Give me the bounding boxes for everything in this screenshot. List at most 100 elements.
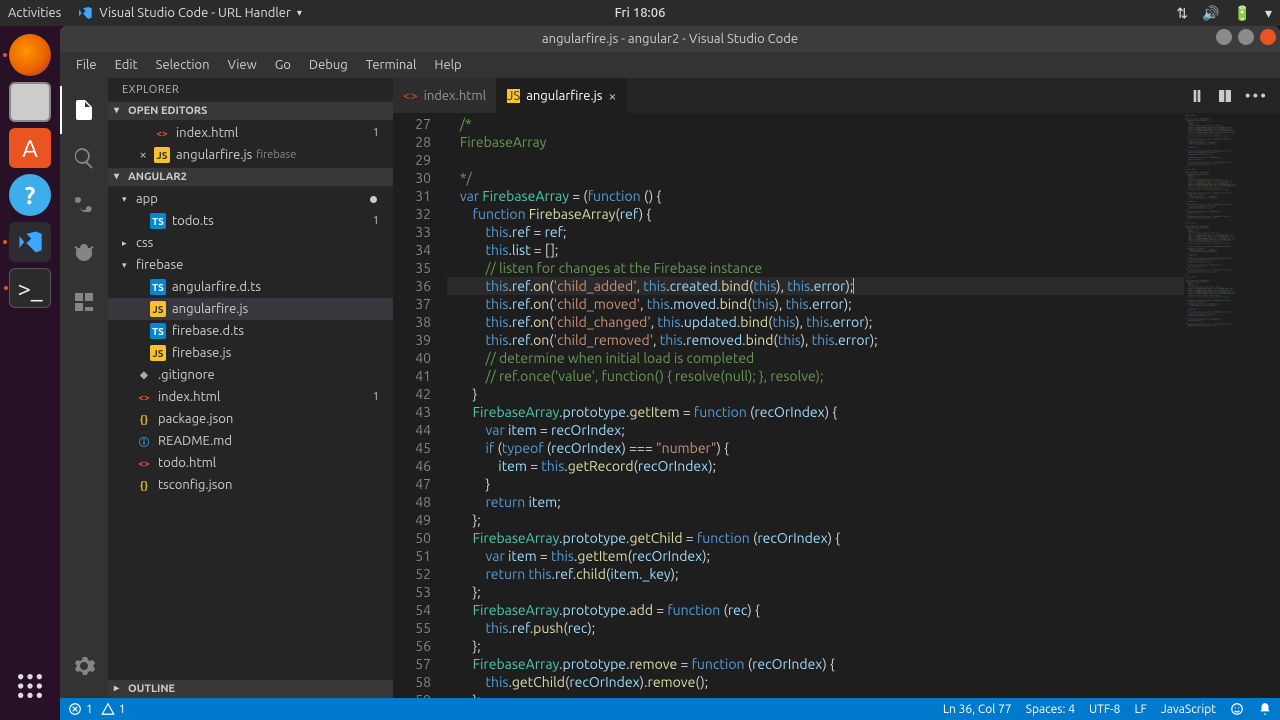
- compare-icon[interactable]: [1189, 88, 1205, 104]
- outline-header[interactable]: OUTLINE: [108, 680, 393, 698]
- file-name: tsconfig.json: [158, 478, 232, 492]
- ts-icon: TS: [150, 279, 166, 295]
- menu-terminal[interactable]: Terminal: [358, 56, 425, 74]
- editor-tab[interactable]: <>index.html: [393, 78, 497, 113]
- power-menu-icon[interactable]: ▾: [1265, 5, 1272, 22]
- active-app-indicator[interactable]: Visual Studio Code - URL Handler ▾: [77, 5, 302, 21]
- menu-debug[interactable]: Debug: [301, 56, 356, 74]
- chevron-down-icon: ▾: [297, 7, 302, 19]
- editor-actions: •••: [1177, 78, 1280, 113]
- activity-settings[interactable]: [60, 642, 108, 690]
- file-name: index.html: [176, 126, 238, 140]
- file-item[interactable]: <>todo.html: [108, 452, 393, 474]
- grid-icon: [14, 670, 46, 702]
- code-content[interactable]: /* FirebaseArray */ var FirebaseArray = …: [447, 113, 1280, 698]
- battery-icon[interactable]: 🔋: [1234, 5, 1251, 22]
- file-item[interactable]: <>index.html1: [108, 386, 393, 408]
- folder-item[interactable]: ▾app: [108, 188, 393, 210]
- editor-tab[interactable]: JSangularfire.js×: [497, 78, 627, 113]
- menu-go[interactable]: Go: [267, 56, 299, 74]
- status-spaces[interactable]: Spaces: 4: [1026, 703, 1075, 716]
- dock-software[interactable]: A: [9, 128, 51, 168]
- editor-tabs: <>index.htmlJSangularfire.js× •••: [393, 78, 1280, 113]
- file-item[interactable]: ◆.gitignore: [108, 364, 393, 386]
- file-item[interactable]: JSangularfire.js: [108, 298, 393, 320]
- close-icon[interactable]: ×: [136, 148, 150, 162]
- file-name: angularfire.js: [176, 148, 252, 162]
- activities-button[interactable]: Activities: [8, 6, 61, 20]
- file-name: package.json: [158, 412, 233, 426]
- open-editors-header[interactable]: OPEN EDITORS: [108, 102, 393, 120]
- explorer-sidebar: EXPLORER OPEN EDITORS <>index.html1×JSan…: [108, 78, 393, 698]
- file-item[interactable]: TS firebase.d.ts: [108, 320, 393, 342]
- minimap[interactable]: /* FirebaseArray */ var FirebaseArray = …: [1184, 113, 1280, 698]
- file-item[interactable]: TSangularfire.d.ts: [108, 276, 393, 298]
- volume-icon[interactable]: 🔊: [1202, 5, 1219, 22]
- file-item[interactable]: TStodo.ts1: [108, 210, 393, 232]
- info-icon: ⓘ: [136, 433, 152, 449]
- status-lang[interactable]: JavaScript: [1161, 703, 1216, 716]
- open-editor-item[interactable]: ×JSangularfire.jsfirebase: [108, 144, 393, 166]
- dock-files[interactable]: [9, 82, 51, 122]
- split-icon[interactable]: [1217, 88, 1233, 104]
- html-icon: <>: [136, 455, 152, 471]
- dock-help[interactable]: ?: [9, 174, 51, 216]
- window-maximize-button[interactable]: [1238, 29, 1254, 45]
- files-icon: [72, 98, 96, 122]
- extensions-icon: [72, 290, 96, 314]
- status-feedback[interactable]: [1230, 702, 1244, 716]
- file-name: angularfire.js: [172, 302, 248, 316]
- status-bell[interactable]: [1258, 702, 1272, 716]
- code-editor[interactable]: 2728293031323334353637383940414243444546…: [393, 113, 1280, 698]
- activity-bar: [60, 78, 108, 698]
- editor-group: <>index.htmlJSangularfire.js× ••• 272829…: [393, 78, 1280, 698]
- explorer-title: EXPLORER: [108, 78, 393, 102]
- folder-item[interactable]: ▾firebase: [108, 254, 393, 276]
- menu-selection[interactable]: Selection: [148, 56, 218, 74]
- open-editors-list: <>index.html1×JSangularfire.jsfirebase: [108, 120, 393, 168]
- window-titlebar[interactable]: angularfire.js - angular2 - Visual Studi…: [60, 26, 1280, 52]
- dock-firefox[interactable]: [9, 34, 51, 76]
- dock-show-apps[interactable]: [6, 662, 54, 710]
- warning-icon: [101, 702, 115, 716]
- clock[interactable]: Fri 18:06: [615, 6, 666, 20]
- menu-edit[interactable]: Edit: [107, 56, 146, 74]
- status-encoding[interactable]: UTF-8: [1089, 703, 1120, 716]
- activity-explorer[interactable]: [60, 86, 108, 134]
- menu-view[interactable]: View: [220, 56, 265, 74]
- dock-vscode[interactable]: [9, 222, 51, 262]
- smiley-icon: [1230, 702, 1244, 716]
- status-cursor[interactable]: Ln 36, Col 77: [943, 703, 1012, 716]
- more-icon[interactable]: •••: [1245, 87, 1268, 105]
- ts-icon: TS: [150, 323, 166, 339]
- ubuntu-dock: A ? >_: [0, 26, 60, 720]
- status-eol[interactable]: LF: [1134, 703, 1146, 716]
- activity-extensions[interactable]: [60, 278, 108, 326]
- activity-scm[interactable]: [60, 182, 108, 230]
- file-item[interactable]: {}package.json: [108, 408, 393, 430]
- file-name: firebase.d.ts: [172, 324, 244, 338]
- project-header[interactable]: ANGULAR2: [108, 168, 393, 186]
- file-item[interactable]: JSfirebase.js: [108, 342, 393, 364]
- activity-search[interactable]: [60, 134, 108, 182]
- window-minimize-button[interactable]: [1216, 29, 1232, 45]
- problem-badge: 1: [373, 127, 379, 139]
- menubar: FileEditSelectionViewGoDebugTerminalHelp: [60, 52, 1280, 78]
- network-icon[interactable]: ⇅: [1176, 5, 1188, 22]
- vscode-icon: [16, 228, 44, 256]
- dock-terminal[interactable]: >_: [9, 268, 51, 308]
- folder-item[interactable]: ▸css: [108, 232, 393, 254]
- file-item[interactable]: ⓘREADME.md: [108, 430, 393, 452]
- window-close-button[interactable]: [1260, 29, 1276, 45]
- menu-file[interactable]: File: [68, 56, 105, 74]
- open-editor-item[interactable]: <>index.html1: [108, 122, 393, 144]
- menu-help[interactable]: Help: [426, 56, 469, 74]
- js-icon: JS: [507, 89, 520, 103]
- git-icon: ◆: [136, 367, 152, 383]
- activity-debug[interactable]: [60, 230, 108, 278]
- html-icon: <>: [136, 389, 152, 405]
- status-errors[interactable]: 1 1: [68, 702, 126, 716]
- modified-indicator: [370, 196, 377, 203]
- file-item[interactable]: {}tsconfig.json: [108, 474, 393, 496]
- close-icon[interactable]: ×: [608, 88, 616, 104]
